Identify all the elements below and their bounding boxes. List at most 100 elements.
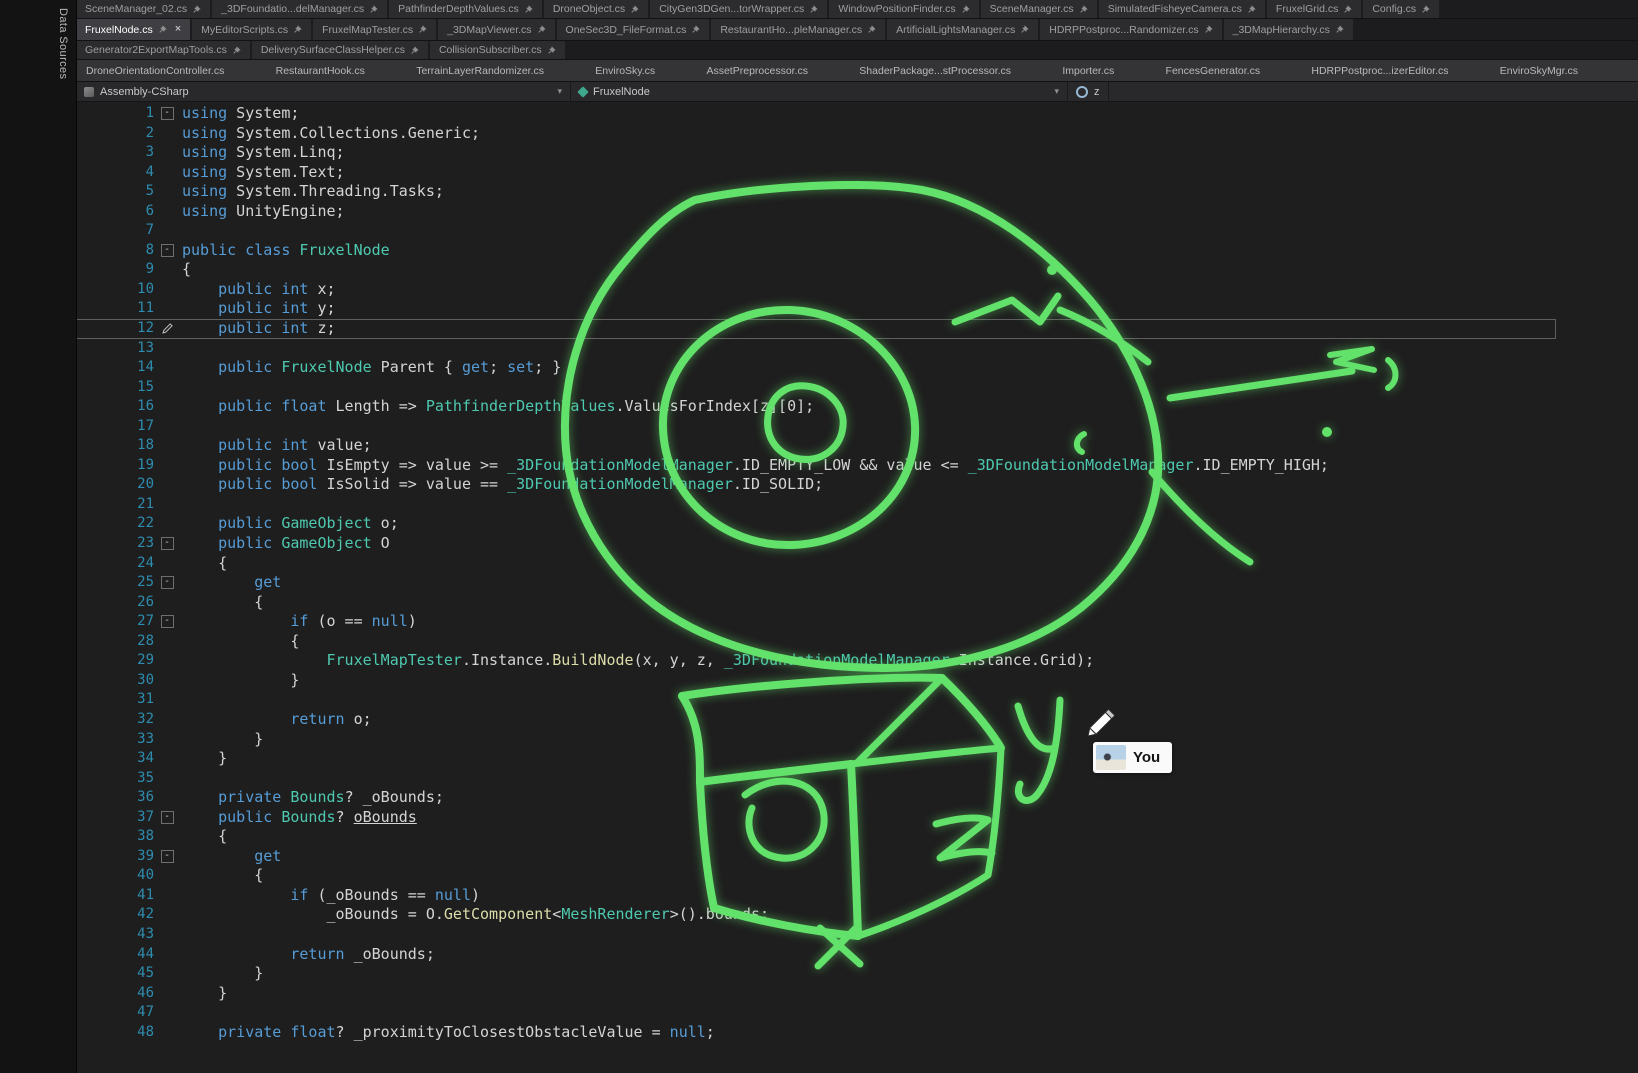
line-number[interactable]: 35: [76, 769, 154, 789]
tab-generator2exportmaptools-cs[interactable]: Generator2ExportMapTools.cs: [76, 41, 252, 59]
line-number[interactable]: 40: [76, 866, 154, 886]
code-line-34[interactable]: 34 }: [76, 749, 1556, 769]
tab-fencesgenerator-cs[interactable]: FencesGenerator.cs: [1166, 65, 1261, 77]
tab-enviroskymgr-cs[interactable]: EnviroSkyMgr.cs: [1500, 65, 1578, 77]
code-line-21[interactable]: 21: [76, 495, 1556, 515]
code-line-1[interactable]: 1-using System;: [76, 104, 1556, 124]
code-line-26[interactable]: 26 {: [76, 593, 1556, 613]
tab-scenemanager-02-cs[interactable]: SceneManager_02.cs: [76, 0, 212, 18]
pin-icon[interactable]: [867, 25, 876, 34]
line-number[interactable]: 39: [76, 847, 154, 867]
line-number[interactable]: 5: [76, 182, 154, 202]
code-line-2[interactable]: 2using System.Collections.Generic;: [76, 124, 1556, 144]
code-line-3[interactable]: 3using System.Linq;: [76, 143, 1556, 163]
line-number[interactable]: 25: [76, 573, 154, 593]
tab--3dmapviewer-cs[interactable]: _3DMapViewer.cs: [438, 19, 556, 40]
line-number[interactable]: 43: [76, 925, 154, 945]
tab-droneobject-cs[interactable]: DroneObject.cs: [544, 0, 650, 18]
fold-collapse-icon[interactable]: -: [161, 107, 174, 120]
tab-config-cs[interactable]: Config.cs: [1363, 0, 1441, 18]
line-number[interactable]: 9: [76, 260, 154, 280]
line-number[interactable]: 34: [76, 749, 154, 769]
fold-collapse-icon[interactable]: -: [161, 576, 174, 589]
line-number[interactable]: 33: [76, 730, 154, 750]
line-number[interactable]: 29: [76, 651, 154, 671]
pin-icon[interactable]: [1421, 5, 1430, 14]
line-number[interactable]: 41: [76, 886, 154, 906]
tab--3dmaphierarchy-cs[interactable]: _3DMapHierarchy.cs: [1224, 19, 1355, 40]
code-line-16[interactable]: 16 public float Length => PathfinderDept…: [76, 397, 1556, 417]
pin-icon[interactable]: [1343, 5, 1352, 14]
code-line-6[interactable]: 6using UnityEngine;: [76, 202, 1556, 222]
code-editor[interactable]: 1-using System;2using System.Collections…: [76, 102, 1638, 1073]
line-number[interactable]: 45: [76, 964, 154, 984]
code-line-19[interactable]: 19 public bool IsEmpty => value >= _3DFo…: [76, 456, 1556, 476]
line-number[interactable]: 21: [76, 495, 154, 515]
line-number[interactable]: 36: [76, 788, 154, 808]
code-line-40[interactable]: 40 {: [76, 866, 1556, 886]
tab-windowpositionfinder-cs[interactable]: WindowPositionFinder.cs: [829, 0, 980, 18]
tab-pathfinderdepthvalues-cs[interactable]: PathfinderDepthValues.cs: [389, 0, 544, 18]
data-sources-tab[interactable]: Data Sources: [57, 8, 69, 79]
tab-deliverysurfaceclasshelper-cs[interactable]: DeliverySurfaceClassHelper.cs: [252, 41, 430, 59]
tab--3dfoundatio-delmanager-cs[interactable]: _3DFoundatio...delManager.cs: [212, 0, 389, 18]
type-dropdown[interactable]: FruxelNode ▾: [571, 82, 1068, 101]
code-line-22[interactable]: 22 public GameObject o;: [76, 514, 1556, 534]
line-number[interactable]: 28: [76, 632, 154, 652]
code-line-11[interactable]: 11 public int y;: [76, 299, 1556, 319]
line-number[interactable]: 10: [76, 280, 154, 300]
fold-collapse-icon[interactable]: -: [161, 244, 174, 257]
tab-assetpreprocessor-cs[interactable]: AssetPreprocessor.cs: [706, 65, 808, 77]
fold-collapse-icon[interactable]: -: [161, 537, 174, 550]
line-number[interactable]: 32: [76, 710, 154, 730]
line-number[interactable]: 26: [76, 593, 154, 613]
code-line-5[interactable]: 5using System.Threading.Tasks;: [76, 182, 1556, 202]
pin-icon[interactable]: [232, 46, 241, 55]
tab-envirosky-cs[interactable]: EnviroSky.cs: [595, 65, 655, 77]
code-line-41[interactable]: 41 if (_oBounds == null): [76, 886, 1556, 906]
code-line-23[interactable]: 23- public GameObject O: [76, 534, 1556, 554]
fold-collapse-icon[interactable]: -: [161, 811, 174, 824]
pin-icon[interactable]: [1247, 5, 1256, 14]
pin-icon[interactable]: [369, 5, 378, 14]
pin-icon[interactable]: [537, 25, 546, 34]
tab-restaurantho-plemanager-cs[interactable]: RestaurantHo...pleManager.cs: [711, 19, 887, 40]
code-line-39[interactable]: 39- get: [76, 847, 1556, 867]
code-line-14[interactable]: 14 public FruxelNode Parent { get; set; …: [76, 358, 1556, 378]
line-number[interactable]: 2: [76, 124, 154, 144]
pin-icon[interactable]: [418, 25, 427, 34]
code-line-37[interactable]: 37- public Bounds? oBounds: [76, 808, 1556, 828]
tab-fruxelnode-cs[interactable]: FruxelNode.cs×: [76, 19, 192, 40]
line-number[interactable]: 18: [76, 436, 154, 456]
line-number[interactable]: 23: [76, 534, 154, 554]
line-number[interactable]: 37: [76, 808, 154, 828]
line-number[interactable]: 17: [76, 417, 154, 437]
pin-icon[interactable]: [630, 5, 639, 14]
line-number[interactable]: 8: [76, 241, 154, 261]
line-number[interactable]: 6: [76, 202, 154, 222]
line-number[interactable]: 7: [76, 221, 154, 241]
code-line-7[interactable]: 7: [76, 221, 1556, 241]
pin-icon[interactable]: [547, 46, 556, 55]
code-line-32[interactable]: 32 return o;: [76, 710, 1556, 730]
line-number[interactable]: 46: [76, 984, 154, 1004]
line-number[interactable]: 44: [76, 945, 154, 965]
code-line-42[interactable]: 42 _oBounds = O.GetComponent<MeshRendere…: [76, 905, 1556, 925]
tab-hdrppostproc-izereditor-cs[interactable]: HDRPPostproc...izerEditor.cs: [1311, 65, 1448, 77]
code-line-18[interactable]: 18 public int value;: [76, 436, 1556, 456]
code-line-38[interactable]: 38 {: [76, 827, 1556, 847]
code-line-28[interactable]: 28 {: [76, 632, 1556, 652]
line-number[interactable]: 4: [76, 163, 154, 183]
code-line-46[interactable]: 46 }: [76, 984, 1556, 1004]
pin-icon[interactable]: [1335, 25, 1344, 34]
line-number[interactable]: 3: [76, 143, 154, 163]
code-line-35[interactable]: 35: [76, 769, 1556, 789]
line-number[interactable]: 38: [76, 827, 154, 847]
code-line-29[interactable]: 29 FruxelMapTester.Instance.BuildNode(x,…: [76, 651, 1556, 671]
line-number[interactable]: 1: [76, 104, 154, 124]
line-number[interactable]: 16: [76, 397, 154, 417]
code-line-17[interactable]: 17: [76, 417, 1556, 437]
pin-icon[interactable]: [524, 5, 533, 14]
line-number[interactable]: 48: [76, 1023, 154, 1043]
pin-icon[interactable]: [809, 5, 818, 14]
